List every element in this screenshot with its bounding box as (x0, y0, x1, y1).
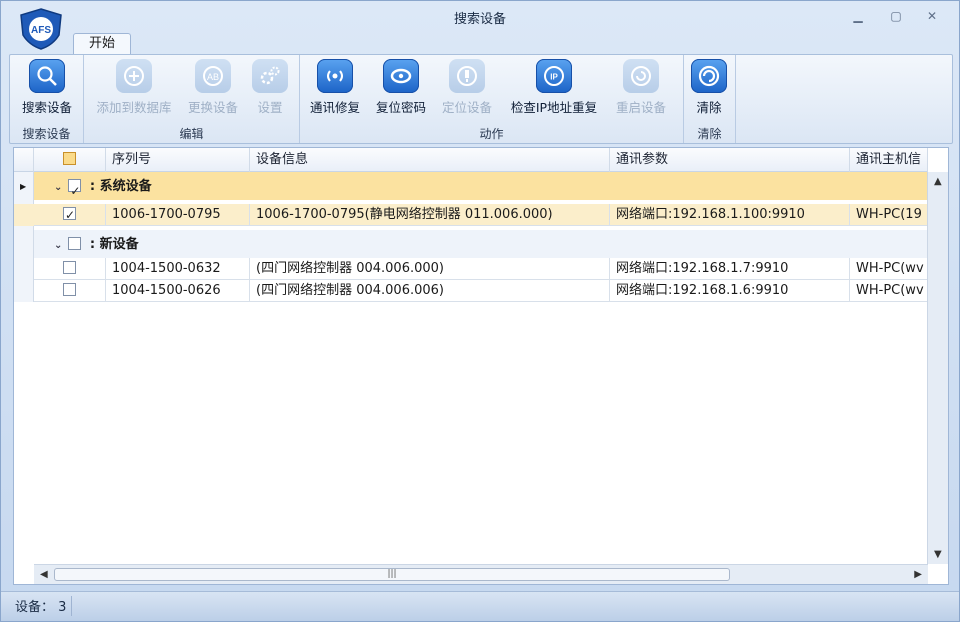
scroll-right-icon[interactable]: ▶ (914, 569, 922, 580)
maximize-button[interactable]: ▢ (885, 7, 907, 25)
ribbon-group-label: 动作 (479, 127, 504, 141)
clear-button[interactable]: 清除 (686, 59, 732, 116)
device-count: 3 (58, 600, 67, 615)
status-bar: 设备： 3 (1, 591, 959, 621)
tab-start[interactable]: 开始 (73, 33, 131, 55)
column-header-params[interactable]: 通讯参数 (610, 148, 850, 172)
info-cell: (四门网络控制器 004.006.006) (250, 280, 610, 302)
column-header-info[interactable]: 设备信息 (250, 148, 610, 172)
scroll-down-icon[interactable]: ▼ (934, 549, 942, 560)
group-label: : 系统设备 (89, 179, 152, 194)
svg-text:IP: IP (550, 73, 558, 82)
scroll-up-icon[interactable]: ▲ (934, 176, 942, 187)
group-row-system[interactable]: ⌄ : 系统设备 (34, 172, 928, 206)
ribbon-group-label: 编辑 (179, 127, 204, 141)
svg-text:AB: AB (207, 72, 219, 82)
app-window: AFS 搜索设备 ▁ ▢ ✕ 开始 搜索设备 搜索设备 添加到数据库 AB 更换… (0, 0, 960, 622)
params-cell: 网络端口:192.168.1.6:9910 (610, 280, 850, 302)
row-checkbox-cell[interactable] (34, 258, 106, 280)
replace-device-button[interactable]: AB 更换设备 (182, 59, 244, 116)
add-icon (116, 59, 152, 93)
current-row-arrow-icon: ▶ (20, 182, 27, 191)
chevron-down-icon[interactable]: ⌄ (54, 173, 62, 203)
gear-icon (252, 59, 288, 93)
reset-password-button[interactable]: 复位密码 (370, 59, 432, 116)
params-cell: 网络端口:192.168.1.100:9910 (610, 204, 850, 226)
info-cell: 1006-1700-0795(静电网络控制器 011.006.000) (250, 204, 610, 226)
ribbon-group-label: 清除 (697, 127, 722, 141)
serial-cell: 1004-1500-0632 (106, 258, 250, 280)
ribbon-group-label: 搜索设备 (22, 127, 71, 141)
device-count-status: 设备： 3 (15, 600, 67, 615)
scroll-left-icon[interactable]: ◀ (40, 569, 48, 580)
clear-icon (691, 59, 727, 93)
table-row[interactable]: 1004-1500-0626 (四门网络控制器 004.006.006) 网络端… (14, 280, 928, 302)
column-header-host[interactable]: 通讯主机信 (850, 148, 928, 172)
vertical-scrollbar[interactable]: ▲ ▼ (927, 172, 948, 564)
settings-button[interactable]: 设置 (248, 59, 292, 116)
row-checkbox[interactable] (63, 204, 76, 225)
horizontal-scrollbar[interactable]: ◀ ||| ▶ (34, 564, 928, 584)
serial-cell: 1004-1500-0626 (106, 280, 250, 302)
serial-cell: 1006-1700-0795 (106, 204, 250, 226)
device-grid: 序列号 设备信息 通讯参数 通讯主机信 ▶ ⌄ : 系统设备 1006-1700… (13, 147, 949, 585)
host-cell: WH-PC(wv (850, 258, 928, 280)
ribbon: 搜索设备 搜索设备 添加到数据库 AB 更换设备 设置 编辑 通讯修复 复位密码… (9, 54, 953, 144)
search-icon (29, 59, 65, 93)
status-separator (71, 596, 72, 616)
row-checkbox-cell[interactable] (34, 280, 106, 302)
locate-device-button[interactable]: 定位设备 (436, 59, 498, 116)
key-icon (383, 59, 419, 93)
column-header-serial[interactable]: 序列号 (106, 148, 250, 172)
check-ip-duplicate-button[interactable]: IP 检查IP地址重复 (502, 59, 606, 116)
row-indicator-header (14, 148, 34, 172)
title-bar: AFS 搜索设备 ▁ ▢ ✕ (1, 1, 959, 50)
add-to-database-button[interactable]: 添加到数据库 (88, 59, 180, 116)
ribbon-group-search: 搜索设备 搜索设备 (10, 55, 84, 143)
row-checkbox[interactable] (63, 261, 76, 274)
row-checkbox-cell[interactable] (34, 204, 106, 226)
swap-icon: AB (195, 59, 231, 93)
info-cell: (四门网络控制器 004.006.000) (250, 258, 610, 280)
close-button[interactable]: ✕ (921, 7, 943, 25)
search-device-button[interactable]: 搜索设备 (14, 59, 80, 116)
group-checkbox[interactable] (68, 176, 82, 206)
signal-icon (317, 59, 353, 93)
table-row[interactable]: 1004-1500-0632 (四门网络控制器 004.006.000) 网络端… (14, 258, 928, 280)
grid-header: 序列号 设备信息 通讯参数 通讯主机信 (14, 148, 928, 172)
host-cell: WH-PC(19 (850, 204, 928, 226)
group-label: : 新设备 (89, 237, 139, 252)
ip-icon: IP (536, 59, 572, 93)
locate-icon (449, 59, 485, 93)
comm-repair-button[interactable]: 通讯修复 (304, 59, 366, 116)
ribbon-group-clear: 清除 清除 (684, 55, 736, 143)
table-row[interactable]: 1006-1700-0795 1006-1700-0795(静电网络控制器 01… (14, 204, 928, 226)
host-cell: WH-PC(wv (850, 280, 928, 302)
ribbon-group-actions: 通讯修复 复位密码 定位设备 IP 检查IP地址重复 重启设备 动作 (300, 55, 684, 143)
minimize-button[interactable]: ▁ (847, 7, 869, 25)
group-row-new[interactable]: ⌄ : 新设备 (34, 230, 928, 258)
group-checkbox[interactable] (68, 237, 82, 250)
chevron-down-icon[interactable]: ⌄ (54, 231, 62, 261)
ribbon-group-edit: 添加到数据库 AB 更换设备 设置 编辑 (84, 55, 300, 143)
restart-device-button[interactable]: 重启设备 (610, 59, 672, 116)
params-cell: 网络端口:192.168.1.7:9910 (610, 258, 850, 280)
row-checkbox[interactable] (63, 283, 76, 296)
restart-icon (623, 59, 659, 93)
horizontal-scroll-thumb[interactable]: ||| (54, 568, 730, 581)
select-all-header[interactable] (34, 148, 106, 172)
window-title: 搜索设备 (453, 12, 506, 27)
select-all-checkbox[interactable] (63, 152, 76, 165)
